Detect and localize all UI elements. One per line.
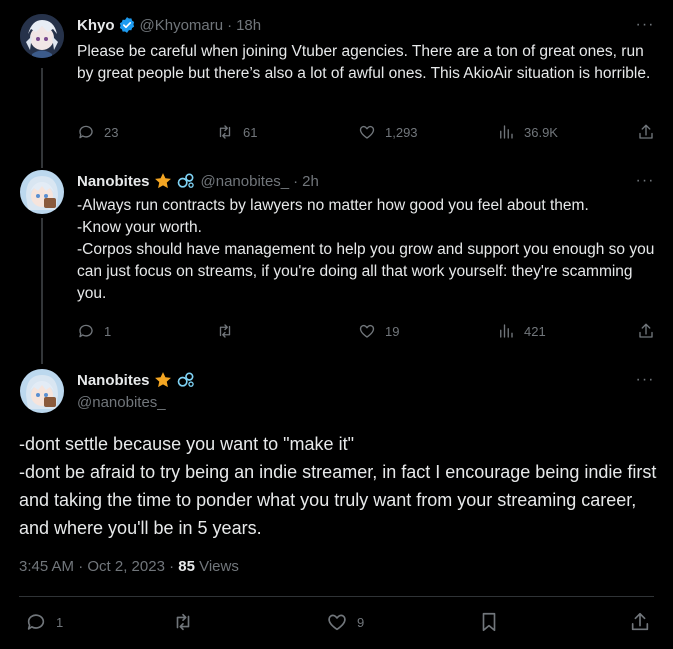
tweet-text: Please be careful when joining Vtuber ag… [77, 43, 651, 82]
avatar[interactable] [20, 369, 64, 413]
timestamp[interactable]: 2h [302, 173, 319, 190]
handle[interactable]: @nanobites_ [77, 394, 166, 411]
reply-button[interactable]: 1 [25, 612, 63, 632]
reply-icon [27, 614, 45, 630]
repost-icon [219, 125, 231, 139]
like-icon [359, 125, 375, 139]
divider [19, 596, 654, 597]
views-label: Views [194, 558, 239, 575]
reply-icon [79, 324, 93, 338]
display-name[interactable]: Khyo [77, 17, 115, 34]
like-count: 1,293 [385, 124, 418, 140]
repost-button[interactable] [216, 321, 243, 341]
separator: · [227, 16, 233, 34]
like-icon [359, 324, 375, 338]
thread-line [41, 218, 43, 364]
bookmark-button[interactable] [478, 612, 500, 632]
views-count: 36.9K [524, 124, 558, 140]
share-button[interactable] [629, 612, 651, 632]
avatar[interactable] [20, 170, 64, 214]
more-icon[interactable]: ··· [635, 372, 655, 393]
action-bar: 23 61 1,293 36.9K [77, 122, 655, 142]
verified-icon [118, 16, 136, 34]
share-icon [639, 323, 653, 338]
handle[interactable]: @nanobites_ [201, 173, 290, 190]
views-count: 421 [524, 323, 546, 339]
tweet-header: Nanobites @nanobites_ · 2h [77, 171, 319, 191]
views-icon [500, 125, 513, 139]
tweet-header: Nanobites [77, 370, 196, 390]
like-icon [328, 614, 346, 631]
tweet-meta: 3:45 AM · Oct 2, 2023 · 85 Views [19, 558, 239, 575]
star-icon [153, 370, 173, 390]
tweet-text: -Always run contracts by lawyers no matt… [77, 197, 655, 302]
display-name[interactable]: Nanobites [77, 372, 150, 389]
like-button[interactable]: 19 [358, 321, 399, 341]
repost-button[interactable] [172, 612, 203, 632]
like-count: 19 [385, 323, 400, 339]
share-button[interactable] [637, 122, 655, 142]
reply-button[interactable]: 1 [77, 321, 111, 341]
timestamp[interactable]: 18h [236, 17, 261, 34]
bookmark-icon [482, 612, 496, 632]
reply-count: 1 [56, 614, 64, 630]
repost-count: 61 [243, 124, 258, 140]
like-button[interactable]: 1,293 [358, 122, 418, 142]
reply-button[interactable]: 23 [77, 122, 118, 142]
share-icon [639, 124, 653, 139]
repost-icon [219, 324, 231, 338]
views-button[interactable]: 421 [497, 321, 546, 341]
views-button[interactable]: 36.9K [497, 122, 558, 142]
separator: · [293, 172, 299, 190]
reply-icon [79, 125, 93, 139]
reply-count: 1 [104, 323, 112, 339]
like-count: 9 [357, 614, 365, 630]
share-button[interactable] [637, 321, 655, 341]
views-icon [500, 324, 513, 338]
bubbles-icon [176, 370, 196, 390]
repost-icon [176, 613, 190, 631]
thread-line [41, 68, 43, 168]
display-name[interactable]: Nanobites [77, 173, 150, 190]
star-icon [153, 171, 173, 191]
action-bar: 1 9 [19, 612, 654, 636]
bubbles-icon [176, 171, 196, 191]
repost-button[interactable]: 61 [216, 122, 257, 142]
like-button[interactable]: 9 [326, 612, 364, 632]
timestamp[interactable]: 3:45 AM · Oct 2, 2023 · [19, 558, 178, 575]
tweet-text: -dont settle because you want to "make i… [19, 434, 657, 538]
avatar[interactable] [20, 14, 64, 58]
views-count: 85 [178, 558, 195, 575]
more-icon[interactable]: ··· [635, 173, 655, 194]
handle[interactable]: @Khyomaru [140, 17, 224, 34]
tweet-header: Khyo @Khyomaru · 18h [77, 15, 261, 35]
reply-count: 23 [104, 124, 119, 140]
share-icon [631, 612, 649, 631]
action-bar: 1 19 421 [77, 321, 655, 341]
more-icon[interactable]: ··· [635, 17, 655, 38]
